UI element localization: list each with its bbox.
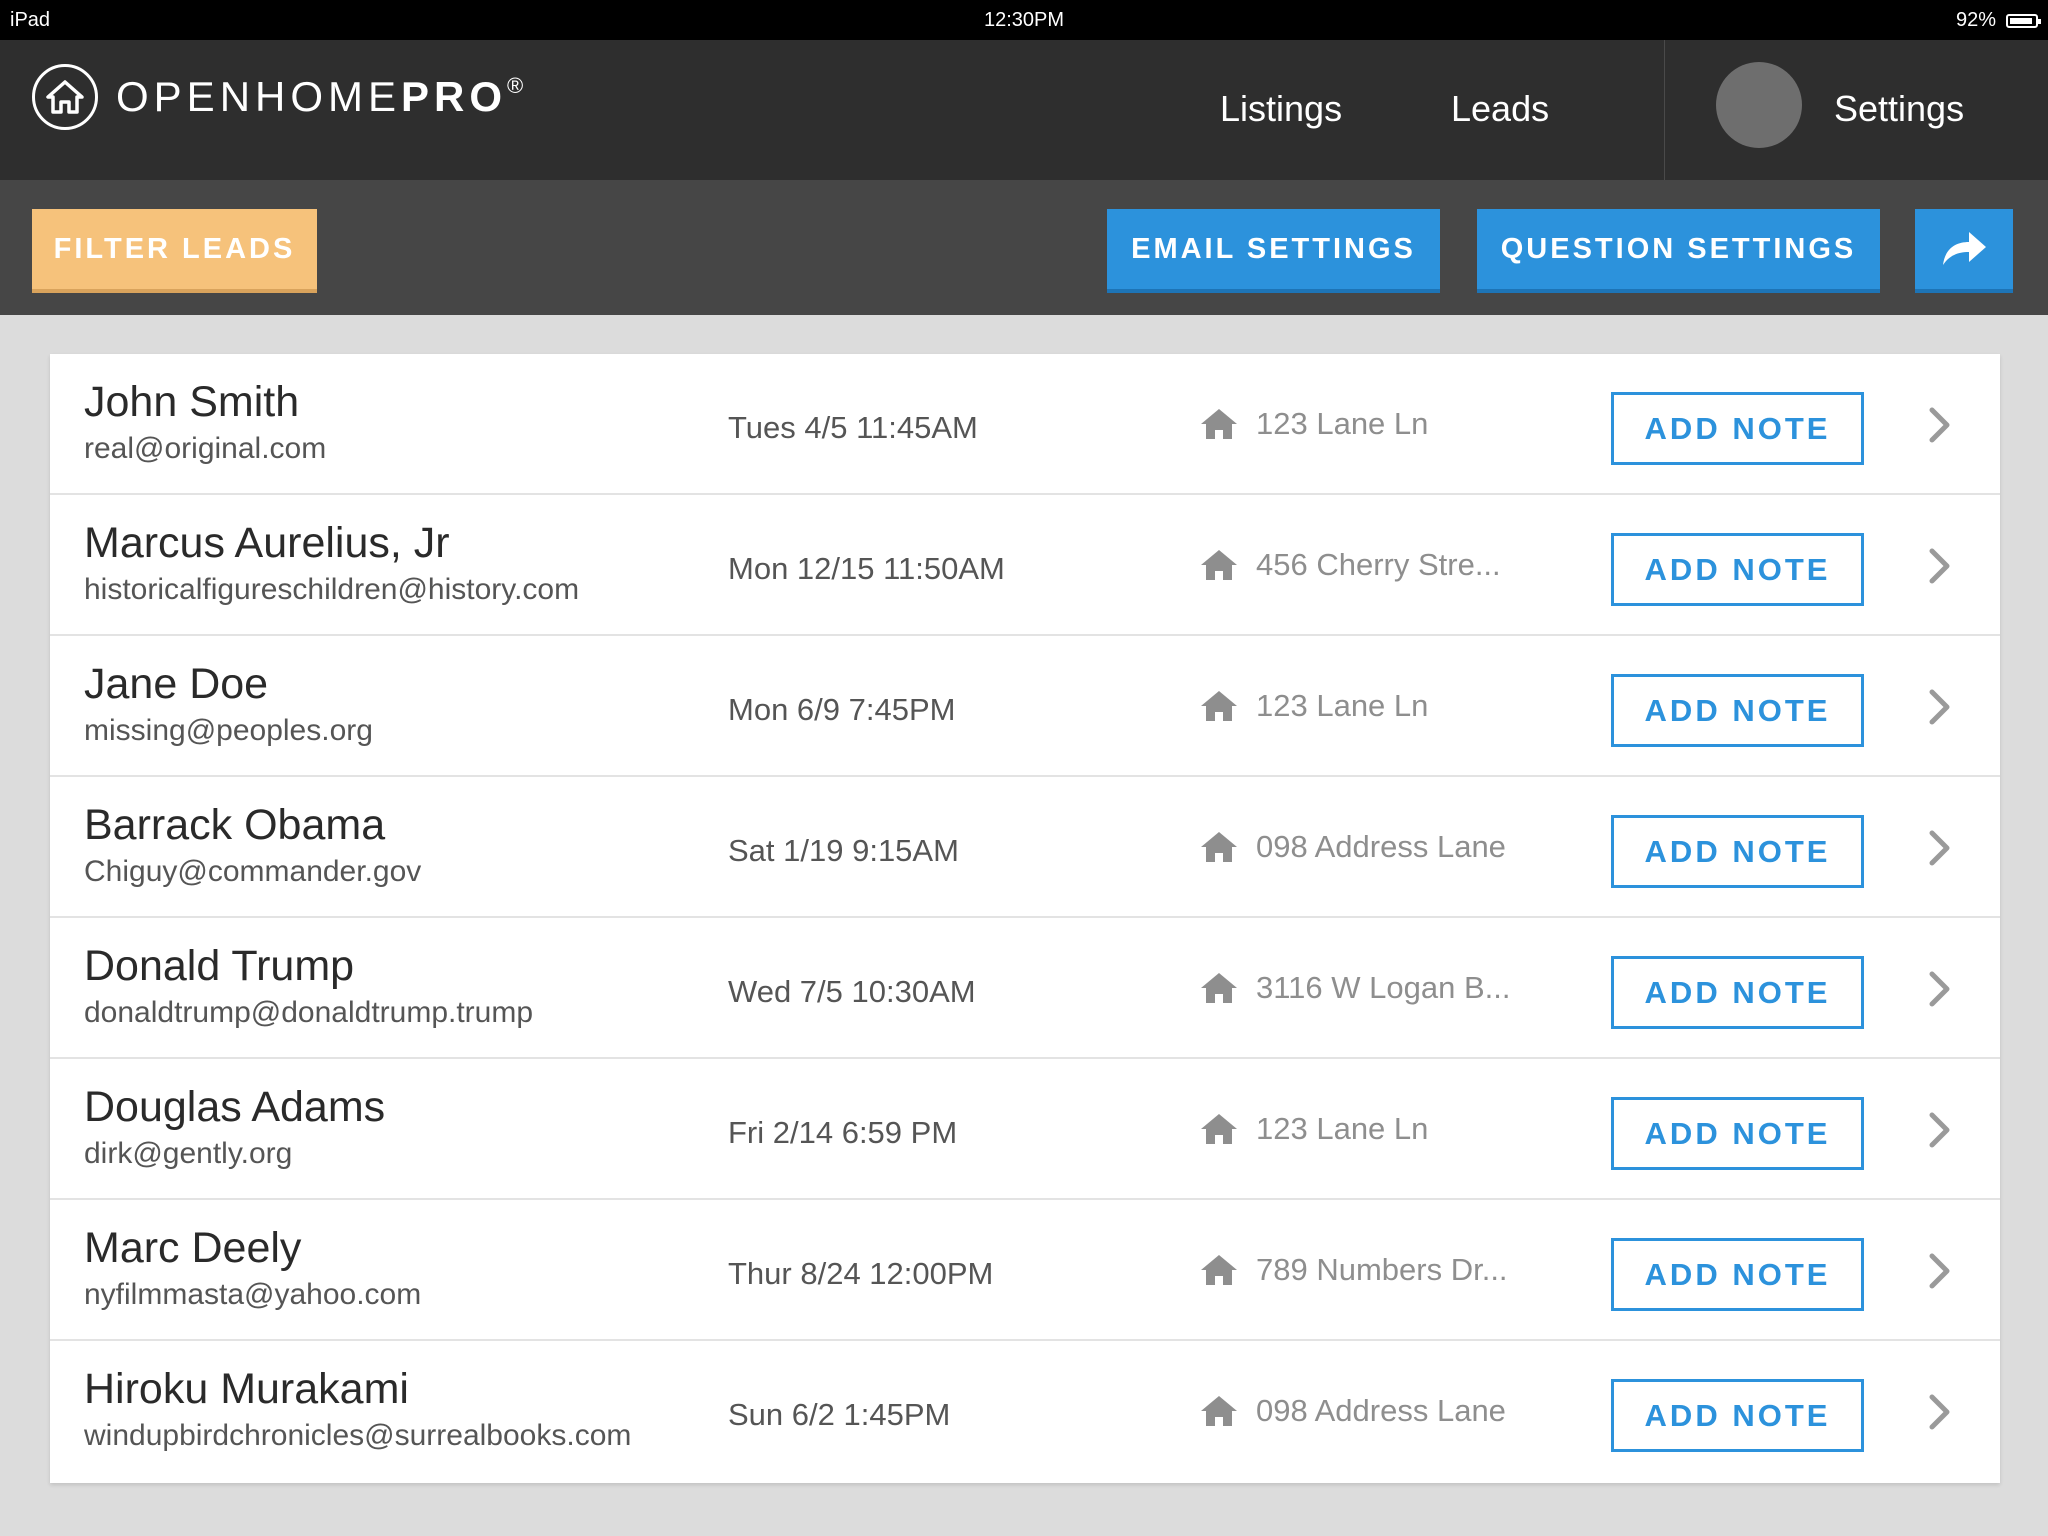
avatar[interactable] <box>1716 62 1802 148</box>
logo-text-light: OPENHOME <box>116 73 402 120</box>
lead-date: Sat 1/19 9:15AM <box>728 833 959 868</box>
lead-name: John Smith <box>84 378 300 426</box>
chevron-right-icon[interactable] <box>1928 688 1952 726</box>
chevron-right-icon[interactable] <box>1928 970 1952 1008</box>
filter-leads-button[interactable]: FILTER LEADS <box>32 209 317 289</box>
lead-name: Donald Trump <box>84 942 355 990</box>
add-note-button[interactable]: ADD NOTE <box>1611 1238 1864 1311</box>
lead-email: windupbirdchronicles@surrealbooks.com <box>84 1419 632 1452</box>
chevron-right-icon[interactable] <box>1928 406 1952 444</box>
lead-address-text: 123 Lane Ln <box>1256 406 1429 441</box>
house-icon <box>1201 691 1237 721</box>
lead-row[interactable]: Hiroku Murakami windupbirdchronicles@sur… <box>50 1341 2000 1483</box>
lead-row[interactable]: Jane Doe missing@peoples.org Mon 6/9 7:4… <box>50 636 2000 777</box>
battery-percent: 92% <box>1955 9 1996 31</box>
share-arrow-icon <box>1943 232 1986 265</box>
lead-email: historicalfigureschildren@history.com <box>84 573 580 606</box>
leads-list: John Smith real@original.com Tues 4/5 11… <box>50 354 2000 1483</box>
lead-address: 098 Address Lane <box>1200 1393 1506 1429</box>
lead-address: 123 Lane Ln <box>1200 406 1428 442</box>
chevron-right-icon[interactable] <box>1928 1252 1952 1290</box>
lead-name: Barrack Obama <box>84 801 386 849</box>
house-icon <box>1201 1114 1237 1144</box>
lead-email: missing@peoples.org <box>84 714 373 747</box>
top-nav: OPENHOMEPRO® Listings Leads Settings <box>0 40 2048 180</box>
lead-email: real@original.com <box>84 432 327 465</box>
lead-date: Wed 7/5 10:30AM <box>728 974 976 1009</box>
lead-name: Jane Doe <box>84 660 269 708</box>
lead-row[interactable]: John Smith real@original.com Tues 4/5 11… <box>50 354 2000 495</box>
logo-text-bold: PRO <box>401 73 508 120</box>
lead-date: Fri 2/14 6:59 PM <box>728 1115 958 1150</box>
lead-row[interactable]: Douglas Adams dirk@gently.org Fri 2/14 6… <box>50 1059 2000 1200</box>
nav-leads[interactable]: Leads <box>1451 88 1549 130</box>
lead-date: Sun 6/2 1:45PM <box>728 1397 951 1432</box>
add-note-button[interactable]: ADD NOTE <box>1611 1379 1864 1452</box>
lead-address-text: 123 Lane Ln <box>1256 688 1429 723</box>
lead-address-text: 456 Cherry Stre... <box>1256 547 1501 582</box>
lead-address: 123 Lane Ln <box>1200 688 1428 724</box>
chevron-right-icon[interactable] <box>1928 1393 1952 1431</box>
house-icon <box>1201 550 1237 580</box>
battery-status: 92% <box>1955 9 2041 32</box>
nav-settings[interactable]: Settings <box>1834 88 1964 130</box>
lead-email: nyfilmmasta@yahoo.com <box>84 1278 422 1311</box>
lead-address: 456 Cherry Stre... <box>1200 547 1501 583</box>
lead-name: Marc Deely <box>84 1224 302 1272</box>
lead-email: Chiguy@commander.gov <box>84 855 422 888</box>
lead-name: Marcus Aurelius, Jr <box>84 519 450 567</box>
add-note-button[interactable]: ADD NOTE <box>1611 674 1864 747</box>
battery-icon <box>2006 13 2041 28</box>
lead-name: Hiroku Murakami <box>84 1365 409 1413</box>
chevron-right-icon[interactable] <box>1928 829 1952 867</box>
lead-name: Douglas Adams <box>84 1083 386 1131</box>
nav-listings[interactable]: Listings <box>1220 88 1342 130</box>
home-logo-icon <box>32 64 98 130</box>
app-logo[interactable]: OPENHOMEPRO® <box>32 64 523 130</box>
toolbar: FILTER LEADS EMAIL SETTINGS QUESTION SET… <box>0 180 2048 315</box>
question-settings-button[interactable]: QUESTION SETTINGS <box>1477 209 1880 289</box>
add-note-button[interactable]: ADD NOTE <box>1611 533 1864 606</box>
lead-date: Mon 12/15 11:50AM <box>728 551 1005 586</box>
add-note-button[interactable]: ADD NOTE <box>1611 1097 1864 1170</box>
lead-address-text: 3116 W Logan B... <box>1256 970 1511 1005</box>
lead-address: 789 Numbers Dr... <box>1200 1252 1508 1288</box>
chevron-right-icon[interactable] <box>1928 547 1952 585</box>
lead-address: 3116 W Logan B... <box>1200 970 1510 1006</box>
lead-email: dirk@gently.org <box>84 1137 293 1170</box>
lead-address-text: 123 Lane Ln <box>1256 1111 1429 1146</box>
share-button[interactable] <box>1915 209 2013 289</box>
logo-wordmark: OPENHOMEPRO® <box>116 73 523 121</box>
email-settings-button[interactable]: EMAIL SETTINGS <box>1107 209 1440 289</box>
status-bar: iPad 12:30PM 92% <box>0 0 2048 40</box>
lead-row[interactable]: Barrack Obama Chiguy@commander.gov Sat 1… <box>50 777 2000 918</box>
add-note-button[interactable]: ADD NOTE <box>1611 956 1864 1029</box>
chevron-right-icon[interactable] <box>1928 1111 1952 1149</box>
lead-address-text: 098 Address Lane <box>1256 1393 1506 1428</box>
house-icon <box>1201 1255 1237 1285</box>
add-note-button[interactable]: ADD NOTE <box>1611 815 1864 888</box>
house-icon <box>1201 973 1237 1003</box>
house-icon <box>1201 832 1237 862</box>
lead-address-text: 098 Address Lane <box>1256 829 1506 864</box>
lead-address-text: 789 Numbers Dr... <box>1256 1252 1508 1287</box>
add-note-button[interactable]: ADD NOTE <box>1611 392 1864 465</box>
lead-address: 098 Address Lane <box>1200 829 1506 865</box>
lead-date: Mon 6/9 7:45PM <box>728 692 956 727</box>
lead-row[interactable]: Marc Deely nyfilmmasta@yahoo.com Thur 8/… <box>50 1200 2000 1341</box>
lead-date: Tues 4/5 11:45AM <box>728 410 978 445</box>
nav-divider <box>1664 40 1665 180</box>
lead-address: 123 Lane Ln <box>1200 1111 1428 1147</box>
lead-date: Thur 8/24 12:00PM <box>728 1256 994 1291</box>
status-time: 12:30PM <box>983 9 1065 31</box>
lead-email: donaldtrump@donaldtrump.trump <box>84 996 534 1029</box>
registered-mark: ® <box>507 73 524 98</box>
house-icon <box>1201 409 1237 439</box>
house-icon <box>1201 1396 1237 1426</box>
lead-row[interactable]: Donald Trump donaldtrump@donaldtrump.tru… <box>50 918 2000 1059</box>
lead-row[interactable]: Marcus Aurelius, Jr historicalfigureschi… <box>50 495 2000 636</box>
